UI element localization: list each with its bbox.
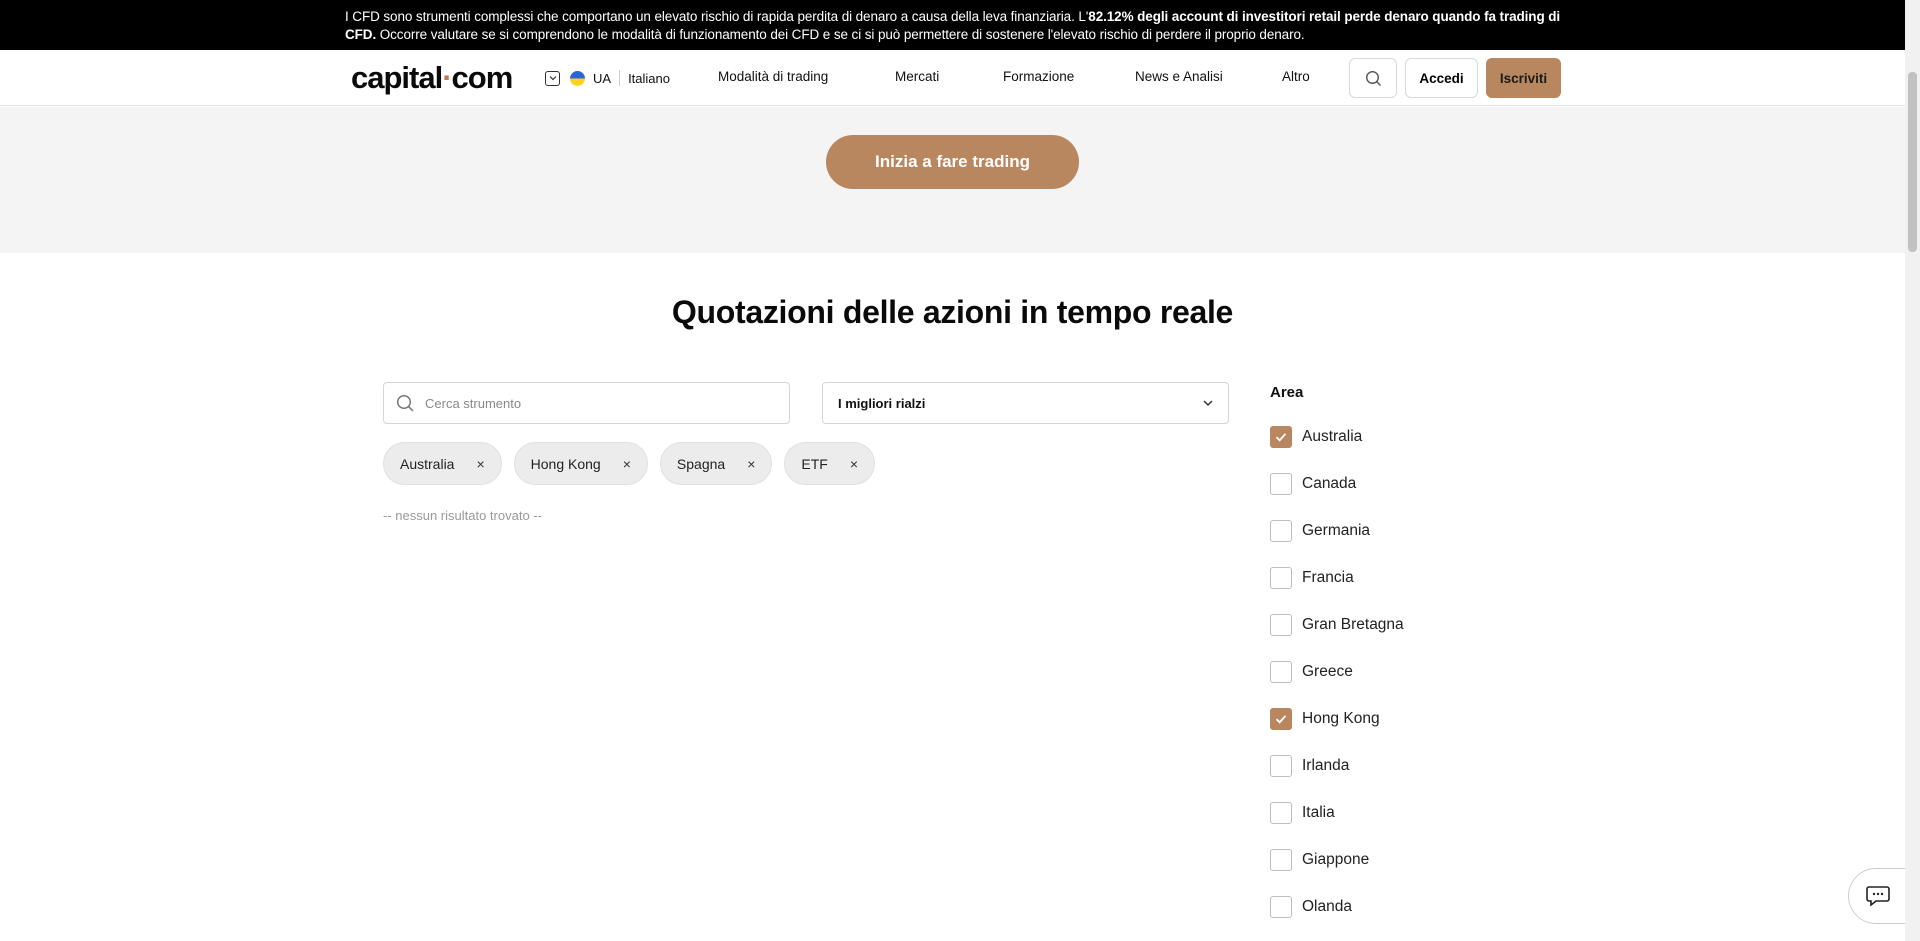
- chevron-down-icon: [1203, 400, 1213, 407]
- divider: [619, 70, 621, 86]
- header-search-button[interactable]: [1349, 58, 1397, 98]
- chevron-down-icon: [545, 70, 560, 86]
- filter-chip-spagna[interactable]: Spagna ×: [659, 442, 773, 485]
- area-option-australia[interactable]: Australia: [1270, 425, 1362, 449]
- no-results-message: -- nessun risultato trovato --: [383, 508, 542, 523]
- close-icon[interactable]: ×: [850, 456, 858, 472]
- region-code: UA: [593, 70, 612, 86]
- checkbox[interactable]: [1270, 520, 1292, 542]
- start-trading-button[interactable]: Inizia a fare trading: [826, 135, 1079, 189]
- checkbox[interactable]: [1270, 755, 1292, 777]
- language-selector[interactable]: UA Italiano: [545, 68, 670, 88]
- page-scrollbar[interactable]: [1905, 0, 1920, 941]
- area-option-greece[interactable]: Greece: [1270, 660, 1353, 684]
- checkbox[interactable]: [1270, 896, 1292, 918]
- hero-section: Inizia a fare trading: [0, 107, 1905, 253]
- area-option-francia[interactable]: Francia: [1270, 566, 1354, 590]
- chat-icon: [1866, 886, 1890, 907]
- sort-select[interactable]: I migliori rialzi: [822, 382, 1229, 424]
- language-label: Italiano: [628, 70, 670, 86]
- checkbox[interactable]: [1270, 708, 1292, 730]
- filter-chip-hong-kong[interactable]: Hong Kong ×: [513, 442, 648, 485]
- checkmark-icon: [1275, 433, 1287, 442]
- nav-news-analysis[interactable]: News e Analisi: [1135, 69, 1223, 84]
- ukraine-flag-icon: [570, 70, 585, 86]
- checkbox[interactable]: [1270, 426, 1292, 448]
- checkbox[interactable]: [1270, 802, 1292, 824]
- chat-widget-button[interactable]: [1848, 868, 1908, 924]
- nav-education[interactable]: Formazione: [1003, 69, 1074, 84]
- site-header: capital·com UA Italiano Modalità di trad…: [0, 50, 1905, 106]
- checkbox[interactable]: [1270, 567, 1292, 589]
- signup-button[interactable]: Iscriviti: [1486, 58, 1561, 98]
- area-option-irlanda[interactable]: Irlanda: [1270, 754, 1349, 778]
- area-option-germania[interactable]: Germania: [1270, 519, 1370, 543]
- nav-more[interactable]: Altro: [1282, 69, 1310, 84]
- filter-chip-etf[interactable]: ETF ×: [784, 442, 876, 485]
- search-icon: [1365, 70, 1381, 86]
- area-option-italia[interactable]: Italia: [1270, 801, 1335, 825]
- checkbox[interactable]: [1270, 473, 1292, 495]
- risk-warning-text: I CFD sono strumenti complessi che compo…: [345, 9, 1561, 42]
- close-icon[interactable]: ×: [623, 456, 631, 472]
- capital-com-logo[interactable]: capital·com: [351, 60, 513, 96]
- risk-warning-bar: I CFD sono strumenti complessi che compo…: [0, 0, 1905, 50]
- area-option-giappone[interactable]: Giappone: [1270, 848, 1369, 872]
- area-option-olanda[interactable]: Olanda: [1270, 895, 1352, 919]
- area-option-canada[interactable]: Canada: [1270, 472, 1356, 496]
- page-title: Quotazioni delle azioni in tempo reale: [671, 294, 1234, 330]
- search-input[interactable]: [425, 395, 765, 411]
- close-icon[interactable]: ×: [747, 456, 755, 472]
- filter-chip-australia[interactable]: Australia ×: [383, 442, 502, 485]
- instrument-search[interactable]: [383, 382, 790, 424]
- nav-markets[interactable]: Mercati: [895, 69, 939, 84]
- area-filter-title: Area: [1270, 384, 1304, 401]
- area-option-hong-kong[interactable]: Hong Kong: [1270, 707, 1380, 731]
- checkmark-icon: [1275, 715, 1287, 724]
- checkbox[interactable]: [1270, 661, 1292, 683]
- login-button[interactable]: Accedi: [1405, 58, 1478, 98]
- close-icon[interactable]: ×: [476, 456, 484, 472]
- active-filter-chips: Australia × Hong Kong × Spagna × ETF ×: [383, 442, 876, 485]
- nav-trading-modes[interactable]: Modalità di trading: [718, 69, 828, 84]
- sort-selected-value: I migliori rialzi: [838, 395, 926, 411]
- checkbox[interactable]: [1270, 849, 1292, 871]
- search-icon: [396, 394, 414, 412]
- scrollbar-thumb[interactable]: [1908, 72, 1917, 252]
- area-option-gran-bretagna[interactable]: Gran Bretagna: [1270, 613, 1404, 637]
- checkbox[interactable]: [1270, 614, 1292, 636]
